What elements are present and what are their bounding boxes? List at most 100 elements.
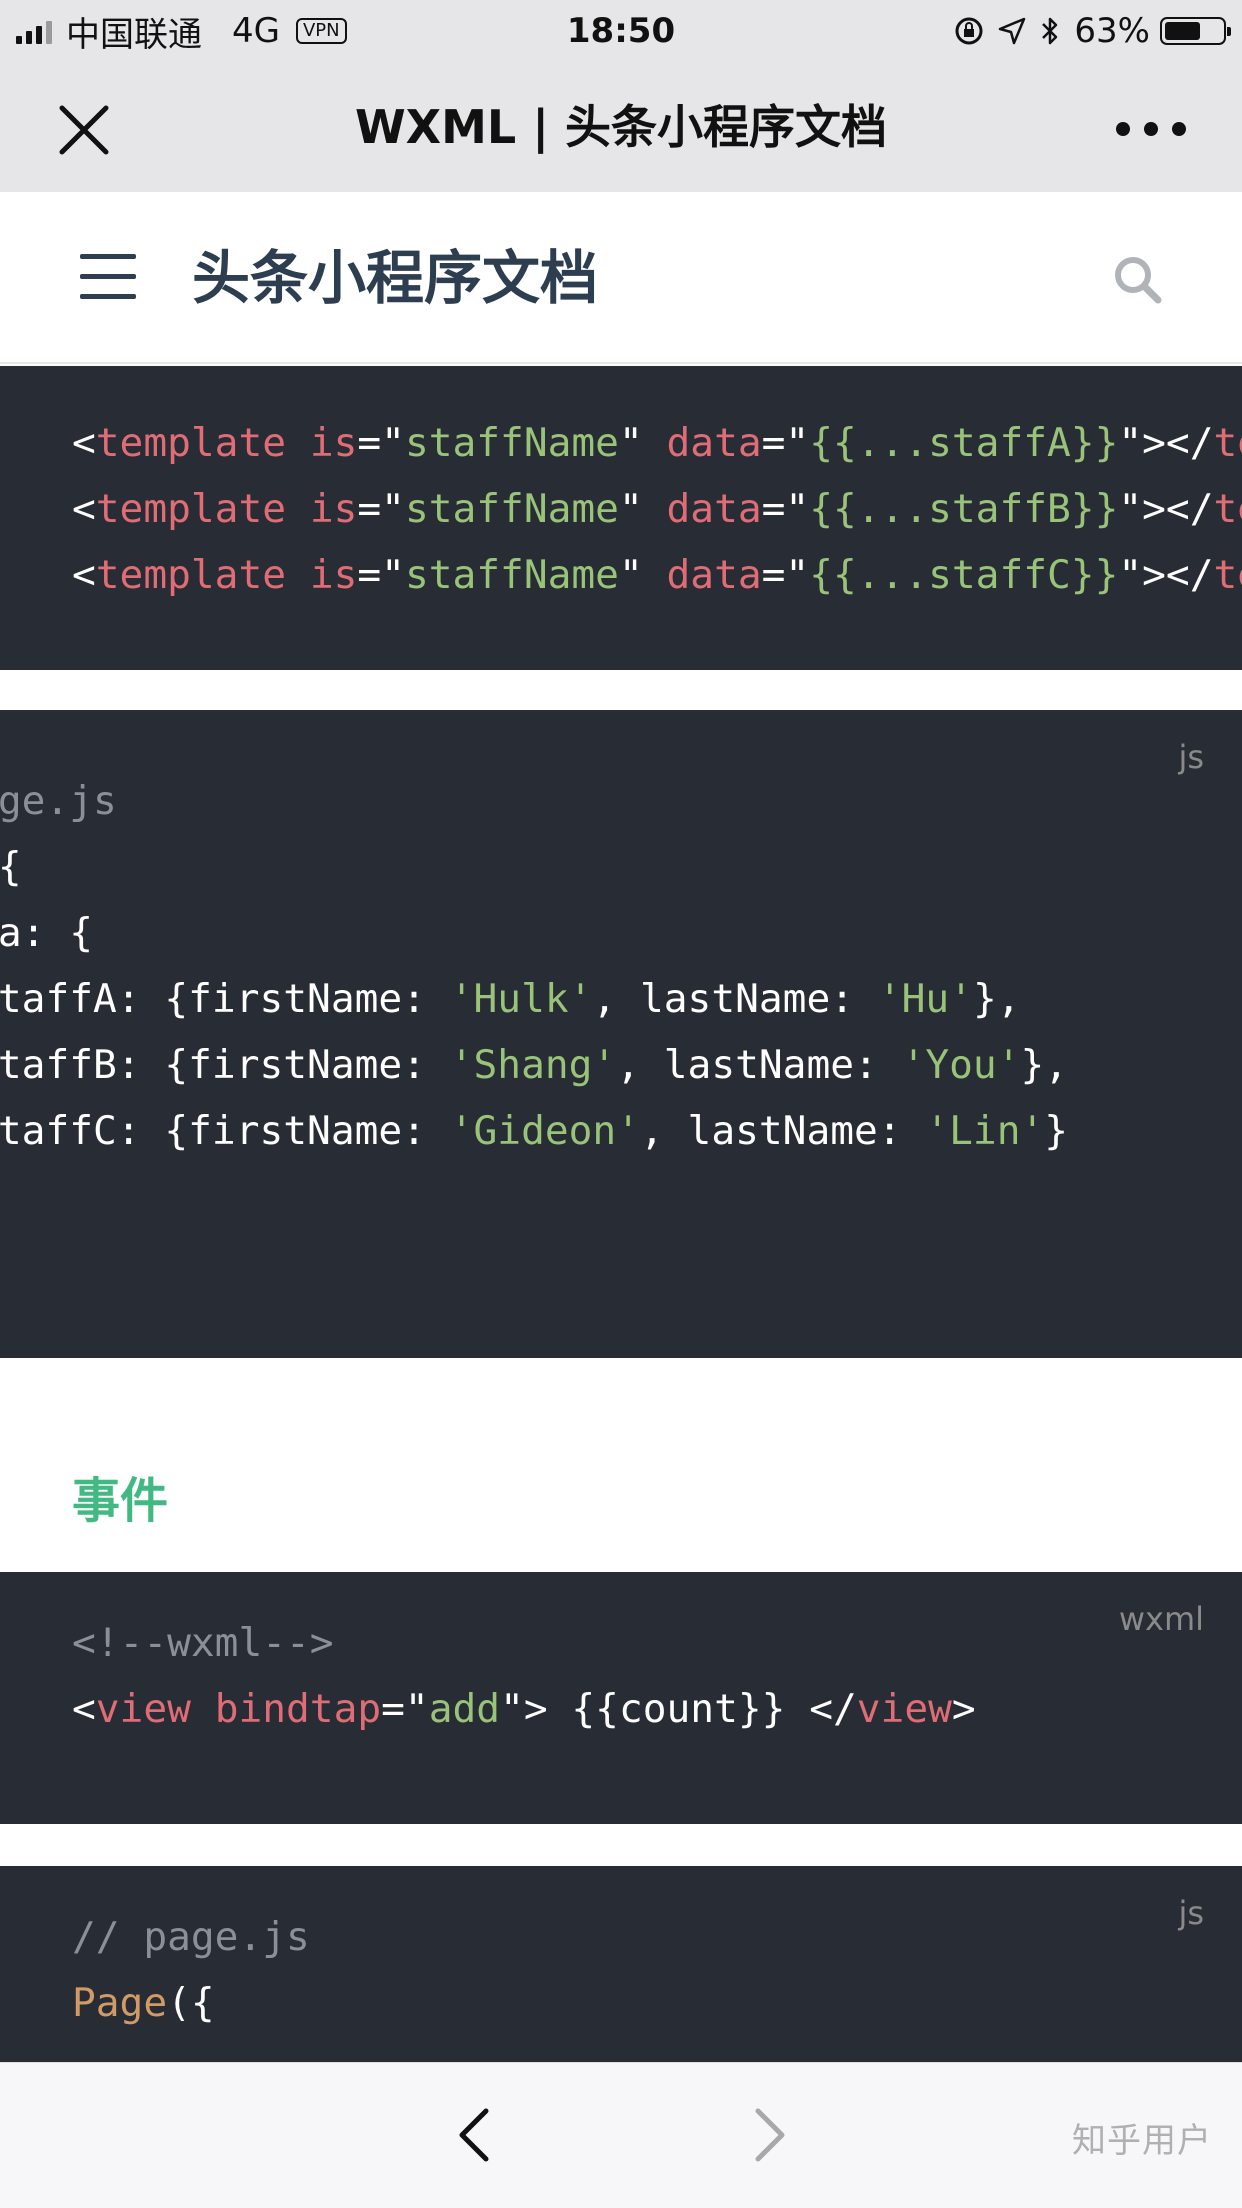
code-line: data: { xyxy=(0,900,1068,966)
code-token: {{...staffC}} xyxy=(809,552,1119,598)
code-line: // page.js xyxy=(72,1904,310,1970)
more-button[interactable] xyxy=(1116,114,1186,144)
code-token: <!--wxml--> xyxy=(72,1620,334,1666)
watermark: 知乎用户 xyxy=(1072,2121,1212,2161)
code-token: staffA: {firstName: xyxy=(0,976,426,1022)
code-token: =" xyxy=(761,420,810,466)
code-token: " xyxy=(618,552,667,598)
code-token: {{...staffA}} xyxy=(809,420,1119,466)
code-token: data xyxy=(666,486,762,532)
code-lines: // page.js Page({ xyxy=(72,1904,310,2036)
location-icon xyxy=(999,17,1026,45)
code-token: template xyxy=(1213,552,1242,598)
bluetooth-icon xyxy=(1042,17,1058,45)
code-token: 'You' xyxy=(901,1042,1021,1088)
code-token: // page.js xyxy=(0,778,117,824)
code-token: =" xyxy=(761,552,810,598)
code-token: , lastName: xyxy=(592,976,878,1022)
code-token: template xyxy=(95,420,287,466)
code-line: <template is="staffName" data="{{...staf… xyxy=(72,542,1242,608)
code-token: > xyxy=(951,1686,976,1732)
battery-icon xyxy=(1160,17,1231,45)
code-token: =" xyxy=(357,486,405,532)
code-token: =" xyxy=(761,486,810,532)
code-token: staffName xyxy=(404,552,619,598)
code-line: Page({ xyxy=(0,834,1068,900)
code-token: staffC: {firstName: xyxy=(0,1108,426,1154)
search-icon xyxy=(1115,257,1162,304)
status-right: 63% xyxy=(940,8,1231,54)
code-token: } xyxy=(1044,1108,1069,1154)
close-icon xyxy=(59,105,109,155)
code-token: =" xyxy=(381,1686,429,1732)
code-token: Page xyxy=(72,1980,168,2026)
code-line: staffA: {firstName: 'Hulk', lastName: 'H… xyxy=(0,966,1068,1032)
code-token: }, xyxy=(1020,1042,1069,1088)
code-line: <template is="staffName" data="{{...staf… xyxy=(72,476,1242,542)
code-token: " xyxy=(618,420,667,466)
site-header: 头条小程序文档 xyxy=(0,192,1242,364)
code-token: ({ xyxy=(0,844,22,890)
site-title[interactable]: 头条小程序文档 xyxy=(192,238,598,318)
code-token: view xyxy=(856,1686,952,1732)
status-bar: 中国联通 4G VPN 18:50 63% xyxy=(0,0,1242,62)
code-line: <template is="staffName" data="{{...staf… xyxy=(72,410,1242,476)
code-token: < xyxy=(72,486,96,532)
code-line: <!--wxml--> xyxy=(72,1610,976,1676)
code-token: template xyxy=(95,486,287,532)
code-token: ({ xyxy=(167,1980,215,2026)
battery-percent: 63% xyxy=(1074,11,1150,51)
code-token: is xyxy=(309,486,358,532)
code-token: "></ xyxy=(1118,420,1214,466)
code-token: view xyxy=(95,1686,191,1732)
code-lang-label: js xyxy=(1178,1894,1204,1932)
code-token: 'Lin' xyxy=(925,1108,1045,1154)
code-token: < xyxy=(72,552,96,598)
code-lang-label: wxml xyxy=(1118,1600,1204,1638)
code-token: "></ xyxy=(1118,552,1214,598)
search-button[interactable] xyxy=(1110,252,1166,308)
close-button[interactable] xyxy=(56,102,112,158)
code-token: < xyxy=(72,1686,96,1732)
code-token: staffB: {firstName: xyxy=(0,1042,426,1088)
code-token: template xyxy=(95,552,287,598)
code-token: // page.js xyxy=(72,1914,310,1960)
code-token: 'Shang' xyxy=(449,1042,617,1088)
code-token: add xyxy=(428,1686,501,1732)
chevron-left-icon xyxy=(459,2108,489,2162)
code-token: is xyxy=(309,420,358,466)
code-token: =" xyxy=(357,420,405,466)
more-dots-icon xyxy=(1116,122,1130,136)
code-token: is xyxy=(309,552,358,598)
code-token: , lastName: xyxy=(616,1042,902,1088)
section-heading: 事件 xyxy=(72,1473,169,1529)
code-token: < xyxy=(72,420,96,466)
hamburger-menu-icon[interactable] xyxy=(80,254,136,300)
code-line: staffC: {firstName: 'Gideon', lastName: … xyxy=(0,1098,1068,1164)
code-token: template xyxy=(1213,420,1242,466)
forward-button[interactable] xyxy=(748,2105,792,2165)
page-title: WXML | 头条小程序文档 xyxy=(354,100,888,154)
battery-level xyxy=(1165,22,1200,40)
code-token: "></ xyxy=(1118,486,1214,532)
code-token: data: { xyxy=(0,910,94,956)
code-line: staffB: {firstName: 'Shang', lastName: '… xyxy=(0,1032,1068,1098)
code-token: bindtap xyxy=(214,1686,382,1732)
code-line: <view bindtap="add"> {{count}} </view> xyxy=(72,1676,976,1742)
code-token: staffName xyxy=(404,486,619,532)
webview-nav-bar: WXML | 头条小程序文档 xyxy=(0,62,1242,192)
back-button[interactable] xyxy=(452,2105,496,2165)
code-token: data xyxy=(666,552,762,598)
code-line: Page({ xyxy=(72,1970,310,2036)
code-token: }, xyxy=(972,976,1021,1022)
code-token: 'Gideon' xyxy=(449,1108,640,1154)
code-token: 'Hu' xyxy=(877,976,973,1022)
code-token: staffName xyxy=(404,420,619,466)
code-token: data xyxy=(666,420,762,466)
code-token: , lastName: xyxy=(640,1108,926,1154)
code-block-wxml-event: wxml <!--wxml--> <view bindtap="add"> {{c… xyxy=(0,1572,1242,1824)
